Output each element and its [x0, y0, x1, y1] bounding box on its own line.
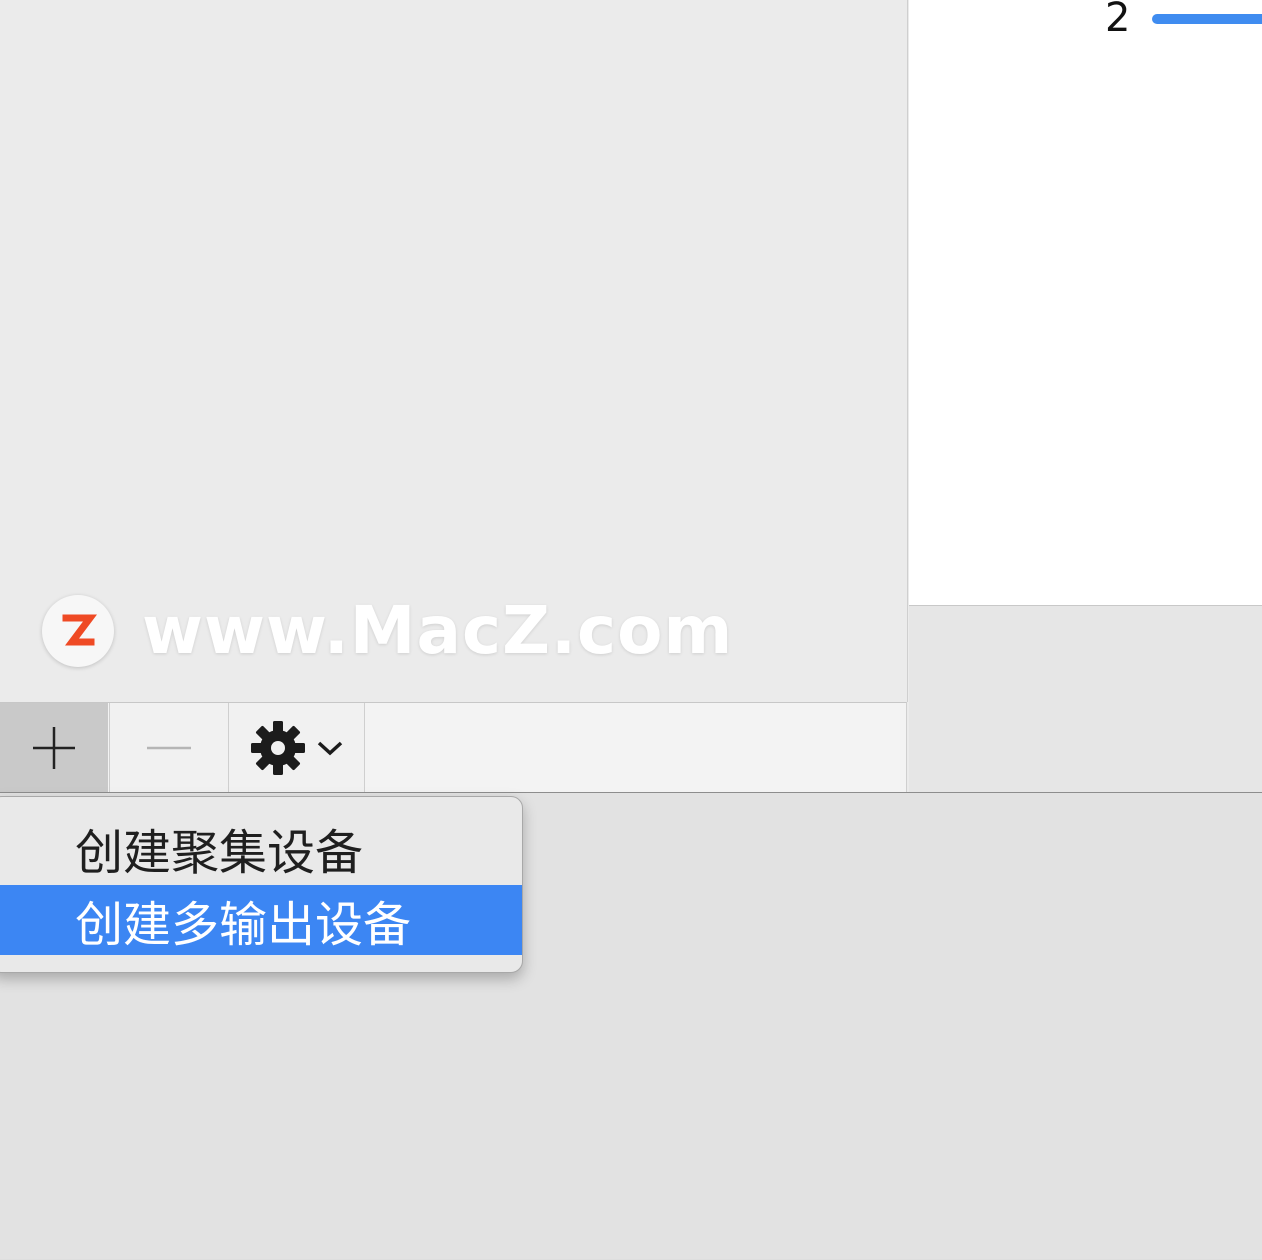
plus-icon — [33, 726, 75, 769]
settings-menu-button[interactable] — [228, 703, 365, 792]
add-device-button[interactable] — [0, 703, 108, 792]
device-toolbar — [0, 702, 907, 792]
menu-item-create-aggregate-device[interactable]: 创建聚集设备 — [0, 813, 522, 883]
detail-footer — [909, 606, 1262, 792]
macz-logo — [42, 594, 114, 667]
audio-midi-window: 2 www.MacZ.com — [0, 0, 1262, 793]
watermark-text: www.MacZ.com — [142, 592, 734, 669]
chevron-down-icon — [317, 741, 342, 755]
channel-number: 2 — [1105, 0, 1131, 41]
minus-icon — [147, 746, 191, 749]
watermark: www.MacZ.com — [42, 592, 733, 669]
volume-slider[interactable] — [1152, 14, 1262, 24]
z-logo-icon — [62, 614, 97, 645]
device-detail-panel: 2 — [909, 0, 1262, 606]
remove-device-button[interactable] — [109, 703, 228, 792]
menu-item-create-multi-output-device[interactable]: 创建多输出设备 — [0, 885, 522, 955]
gear-icon — [250, 720, 305, 775]
add-device-menu: 创建聚集设备 创建多输出设备 — [0, 796, 523, 973]
